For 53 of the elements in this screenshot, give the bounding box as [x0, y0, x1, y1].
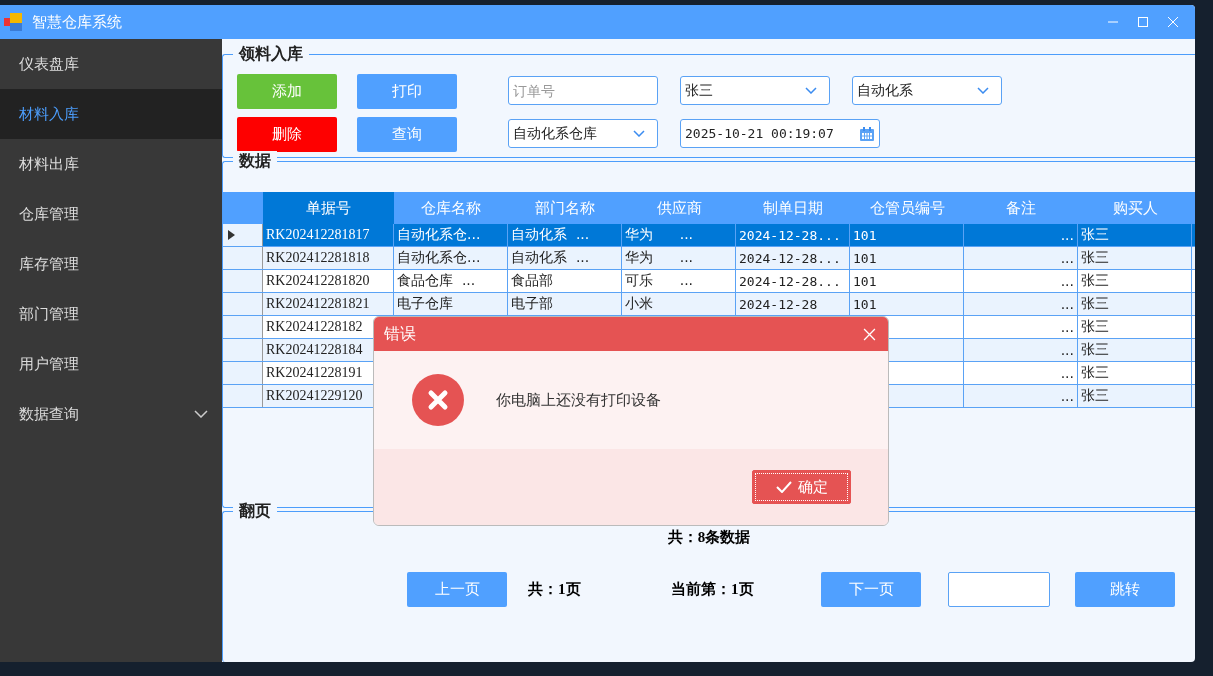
- table-cell: 自动化系仓...: [397, 249, 481, 267]
- page-total: 共：1页: [528, 580, 582, 599]
- table-cell: 自动化系 ...: [511, 249, 590, 267]
- error-message: 你电脑上还没有打印设备: [496, 390, 661, 410]
- table-cell: 小米: [625, 295, 653, 313]
- table-cell: ...: [1060, 319, 1074, 335]
- table-cell: 101: [853, 273, 877, 289]
- table-cell: RK202412281817: [266, 227, 370, 243]
- table-cell: ...: [1060, 273, 1074, 289]
- table-cell: 华为 ...: [625, 249, 694, 267]
- table-cell: 张三: [1081, 341, 1109, 359]
- table-cell: ...: [1060, 388, 1074, 404]
- table-cell: 2024-12-28: [739, 296, 818, 312]
- table-cell: 2024-12-28...: [739, 227, 841, 243]
- table-cell: 自动化系仓...: [397, 226, 481, 244]
- table-cell: RK202412281818: [266, 250, 370, 266]
- table-cell: 101: [853, 296, 877, 312]
- table-cell: 电子部: [511, 295, 553, 313]
- table-cell: 101: [853, 250, 877, 266]
- table-cell: 张三: [1081, 364, 1109, 382]
- group-title: 数据: [239, 151, 271, 170]
- window-title: 智慧仓库系统: [32, 12, 122, 32]
- table-cell: 张三: [1081, 272, 1109, 290]
- table-cell: 食品仓库 ...: [397, 272, 476, 290]
- table-cell: RK202412281821: [266, 296, 370, 312]
- table-cell: 自动化系 ...: [511, 226, 590, 244]
- table-cell: 2024-12-28...: [739, 273, 841, 289]
- table-cell: 电子仓库: [397, 295, 453, 313]
- table-cell: RK20241228184: [266, 342, 363, 358]
- table-cell: 101: [853, 227, 877, 243]
- table-cell: RK20241229120: [266, 388, 363, 404]
- table-cell: 张三: [1081, 295, 1109, 313]
- table-cell: 2024-12-28...: [739, 250, 841, 266]
- table-cell: 张三: [1081, 226, 1109, 244]
- table-cell: ...: [1060, 250, 1074, 266]
- table-cell: ...: [1060, 342, 1074, 358]
- table-cell: 张三: [1081, 387, 1109, 405]
- table-cell: 食品部: [511, 272, 553, 290]
- table-cell: 华为 ...: [625, 226, 694, 244]
- table-cell: RK20241228191: [266, 365, 363, 381]
- table-cell: 张三: [1081, 249, 1109, 267]
- table-cell: 张三: [1081, 318, 1109, 336]
- table-cell: ...: [1060, 365, 1074, 381]
- table-cell: ...: [1060, 296, 1074, 312]
- table-cell: RK20241228182: [266, 319, 363, 335]
- current-page: 当前第：1页: [671, 580, 755, 599]
- table-cell: RK202412281820: [266, 273, 370, 289]
- group-title: 翻页: [239, 501, 271, 520]
- dialog-title: 错误: [384, 323, 416, 345]
- table-cell: 可乐 ...: [625, 272, 694, 290]
- group-title: 领料入库: [239, 44, 303, 63]
- table-cell: ...: [1060, 227, 1074, 243]
- record-count: 共：8条数据: [666, 528, 752, 547]
